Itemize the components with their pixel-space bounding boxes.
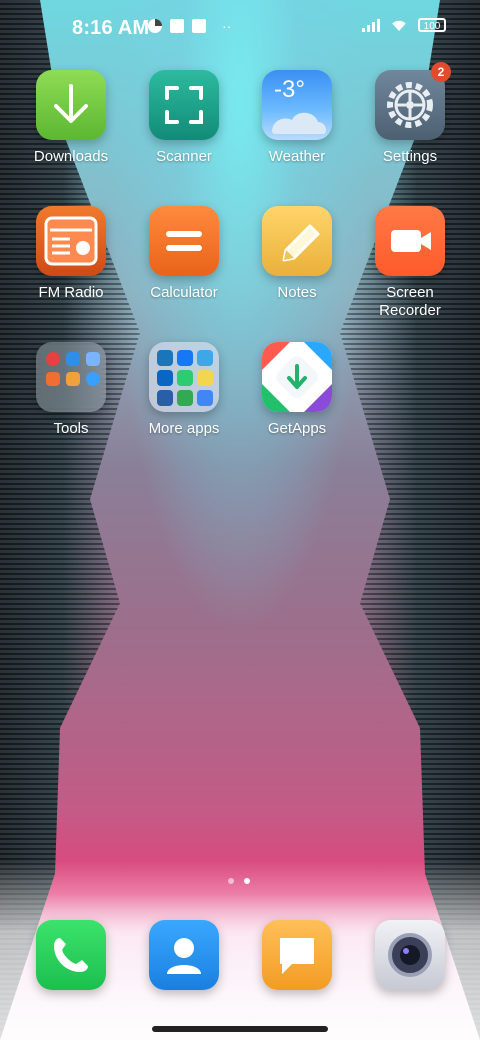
home-gesture-bar[interactable] [152,1026,328,1032]
app-label: FM Radio [38,284,104,301]
camera-icon [375,920,445,990]
app-label: GetApps [267,420,327,437]
getapps-icon [262,342,332,412]
data-saver-icon [148,19,162,33]
message-icon [262,920,332,990]
app-label: Tools [53,420,89,437]
page-indicator[interactable] [228,878,250,884]
folder-icon [36,342,106,412]
status-system-icons: 100 [362,18,446,32]
signal-icon [362,18,380,32]
app-weather[interactable]: -3° Weather [242,70,352,166]
scan-frame-icon [149,70,219,140]
app-label: Calculator [150,284,218,301]
app-label: Notes [277,284,317,301]
folder-preview-icons [46,352,100,386]
app-label: Downloads [33,148,109,165]
app-calculator[interactable]: Calculator [129,206,239,302]
app-notes[interactable]: Notes [242,206,352,302]
app-fm-radio[interactable]: FM Radio [16,206,126,302]
notification-badge: 2 [431,62,451,82]
notification-square-icon [170,19,184,33]
pencil-icon [262,206,332,276]
folder-icon [149,342,219,412]
app-more-apps[interactable]: More apps [129,342,239,438]
dock-contacts[interactable] [129,920,239,990]
app-label: Screen Recorder [379,284,441,319]
app-label: More apps [148,420,220,437]
page-dot[interactable] [228,878,234,884]
dock-camera[interactable] [355,920,465,990]
status-notification-icons: ·· [148,18,231,34]
dock-phone[interactable] [16,920,126,990]
status-time: 8:16 AM [72,17,150,39]
radio-icon [36,206,106,276]
dock-messages[interactable] [242,920,352,990]
app-label: Settings [382,148,438,165]
app-label: Weather [268,148,326,165]
app-label: Scanner [156,148,212,165]
contact-icon [149,920,219,990]
app-downloads[interactable]: Downloads [16,70,126,166]
equals-icon [149,206,219,276]
app-screen-recorder[interactable]: Screen Recorder [355,206,465,320]
upload-notification-icon [192,19,206,33]
weather-cloud-icon: -3° [262,70,332,140]
video-camera-icon [375,206,445,276]
folder-preview-icons [157,350,213,406]
app-settings[interactable]: 2 Settings [355,62,465,166]
app-tools[interactable]: Tools [16,342,126,438]
page-dot-active[interactable] [244,878,250,884]
more-notifications-icon: ·· [222,18,232,34]
app-getapps[interactable]: GetApps [242,342,352,438]
app-scanner[interactable]: Scanner [129,70,239,166]
gear-icon: 2 [375,62,451,140]
status-bar: 8:16 AM ·· 100 [0,0,480,56]
download-arrow-icon [36,70,106,140]
battery-icon: 100 [418,18,446,32]
phone-icon [36,920,106,990]
wifi-icon [392,20,406,31]
